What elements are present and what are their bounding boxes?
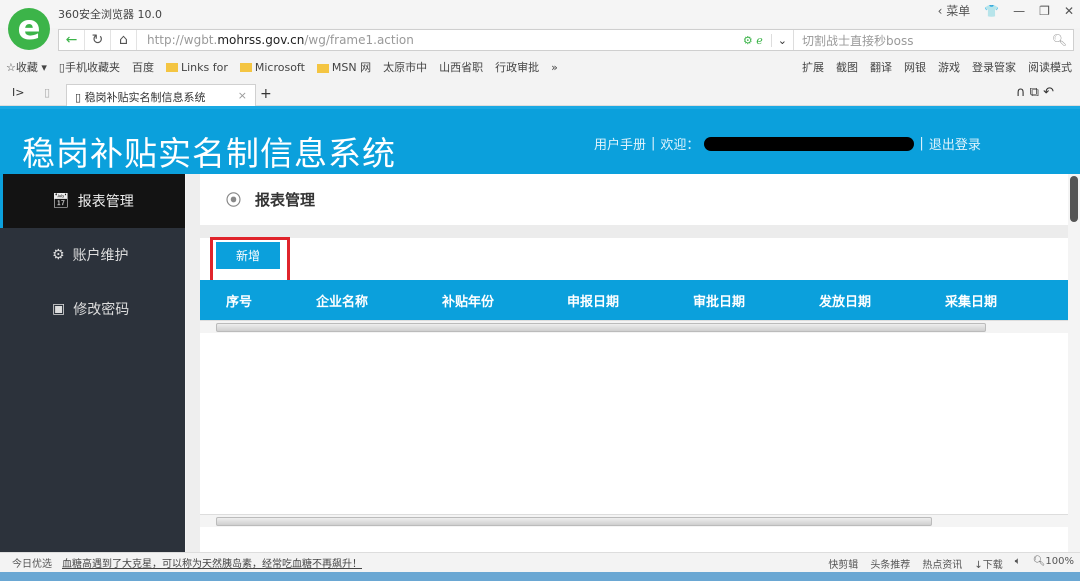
tool-translate[interactable]: 翻译 [870, 59, 892, 75]
quick-edit-button[interactable]: 快剪辑 [828, 556, 858, 571]
search-input[interactable]: 切割战士直接秒boss 🔍︎ [793, 30, 1073, 50]
sidebar: 📅︎ 报表管理 ⚙ 账户维护 ▣ 修改密码 [0, 174, 185, 552]
new-tab-button[interactable]: + [260, 86, 272, 102]
gear-icon: ⚙ [52, 247, 65, 263]
os-taskbar [0, 572, 1080, 581]
home-button[interactable]: ⌂ [111, 30, 137, 50]
bookmark-more[interactable]: » [551, 61, 558, 74]
frame-scrollbar[interactable] [186, 174, 200, 552]
sidebar-item-reports[interactable]: 📅︎ 报表管理 [0, 174, 185, 228]
user-bar: 用户手册 | 欢迎： | 退出登录 [594, 134, 981, 153]
today-picks[interactable]: 今日优选 [12, 555, 52, 570]
divider [200, 225, 1068, 238]
separator: | [651, 136, 656, 151]
breadcrumb: ⦿ 报表管理 [200, 174, 1068, 225]
system-title: 稳岗补贴实名制信息系统 [22, 134, 396, 173]
location-pin-icon: ⦿ [226, 191, 242, 209]
tool-games[interactable]: 游戏 [938, 59, 960, 75]
tool-extensions[interactable]: 扩展 [802, 59, 824, 75]
sound-icon[interactable]: 🔈︎ [1015, 556, 1021, 571]
sidebar-item-label: 报表管理 [77, 194, 134, 210]
add-button[interactable]: 新增 [216, 242, 280, 269]
app-title: 360安全浏览器 10.0 [58, 8, 162, 21]
tool-bank[interactable]: 网银 [904, 59, 926, 75]
bookmark-baidu[interactable]: 百度 [132, 59, 154, 75]
phone-icon[interactable]: ▯ [44, 86, 50, 99]
col-collect-date: 采集日期 [945, 294, 998, 310]
security-icon[interactable]: ⚙ ℯ [735, 34, 771, 47]
bookmark-msn[interactable]: MSN 网 [316, 59, 371, 75]
main-content: ⦿ 报表管理 新增 序号 企业名称 补贴年份 申报日期 审批日期 发放日期 采集日… [200, 174, 1068, 552]
browser-logo-icon: e [8, 8, 50, 50]
tool-reading-mode[interactable]: 阅读模式 [1028, 59, 1072, 75]
hot-news-button[interactable]: 热点资讯 [922, 556, 962, 571]
skin-icon[interactable]: 👕 [984, 4, 999, 18]
separator: | [919, 136, 924, 151]
page-title: 报表管理 [255, 191, 316, 209]
welcome-label: 欢迎： [660, 138, 700, 153]
tab-bar: I> ▯ ▯ 稳岗补贴实名制信息系统 × + ∩ ⧉ ↶ [0, 80, 1080, 106]
col-company: 企业名称 [316, 294, 369, 310]
search-icon[interactable]: 🔍︎ [1052, 33, 1067, 47]
status-tools: 快剪辑 头条推荐 热点资讯 ↓下载 🔈︎ 🔍︎100% [828, 556, 1074, 571]
bookmark-favorites[interactable]: ☆收藏 ▾ [6, 59, 47, 75]
col-index: 序号 [226, 294, 253, 310]
table-header: 序号 企业名称 补贴年份 申报日期 审批日期 发放日期 采集日期 [200, 280, 1068, 320]
reload-button[interactable]: ↻ [85, 30, 111, 50]
col-approve-date: 审批日期 [693, 294, 746, 310]
tool-login-manager[interactable]: 登录管家 [972, 59, 1016, 75]
dropdown-icon[interactable]: ⌄ [770, 33, 793, 47]
col-apply-date: 申报日期 [567, 294, 620, 310]
sidebar-item-label: 账户维护 [72, 248, 129, 264]
news-ticker-link[interactable]: 血糖高遇到了大克星，可以称为天然胰岛素，经常吃血糖不再飙升！ [62, 555, 362, 570]
window-controls: ‹ 菜单 👕 — ❐ ✕ [938, 2, 1074, 19]
url-input[interactable]: http://wgbt.mohrss.gov.cn/wg/frame1.acti… [137, 33, 735, 47]
vertical-scrollbar[interactable] [1068, 174, 1080, 552]
bookmark-taiyuan[interactable]: 太原市中 [383, 59, 427, 75]
minimize-button[interactable]: — [1013, 4, 1025, 18]
sidebar-item-password[interactable]: ▣ 修改密码 [0, 282, 185, 336]
bookmark-shanxi[interactable]: 山西省职 [439, 59, 483, 75]
calendar-icon: 📅︎ [52, 193, 70, 209]
status-bar: 今日优选 血糖高遇到了大克星，可以称为天然胰岛素，经常吃血糖不再飙升！ 快剪辑 … [0, 552, 1080, 572]
bookmark-admin[interactable]: 行政审批 [495, 59, 539, 75]
bookmark-mobile[interactable]: ▯手机收藏夹 [59, 59, 120, 75]
sidebar-item-label: 修改密码 [73, 302, 130, 318]
bookmark-microsoft[interactable]: Microsoft [239, 61, 305, 74]
redacted-username [704, 136, 915, 151]
maximize-button[interactable]: ❐ [1039, 4, 1050, 18]
tool-screenshot[interactable]: 截图 [836, 59, 858, 75]
bookmarks-bar: ☆收藏 ▾ ▯手机收藏夹 百度 Links for Microsoft MSN … [0, 56, 1080, 78]
tab-active[interactable]: ▯ 稳岗补贴实名制信息系统 × [66, 84, 256, 106]
system-header: 稳岗补贴实名制信息系统 用户手册 | 欢迎： | 退出登录 [0, 106, 1080, 174]
zoom-level[interactable]: 🔍︎100% [1033, 556, 1074, 571]
table-horizontal-scrollbar[interactable] [200, 320, 1068, 333]
address-bar: ← ↻ ⌂ http://wgbt.mohrss.gov.cn/wg/frame… [58, 29, 1074, 51]
toolbar-tools: 扩展 截图 翻译 网银 游戏 登录管家 阅读模式 [802, 56, 1072, 78]
grid-icon: ▣ [52, 301, 66, 317]
page-horizontal-scrollbar[interactable] [200, 514, 1068, 527]
col-issue-date: 发放日期 [819, 294, 872, 310]
headline-button[interactable]: 头条推荐 [870, 556, 910, 571]
close-tab-icon[interactable]: × [238, 89, 247, 102]
browser-titlebar: 360安全浏览器 10.0 ‹ 菜单 👕 — ❐ ✕ [0, 0, 1080, 28]
back-button[interactable]: ← [59, 30, 85, 50]
tab-tools-icon[interactable]: ∩ ⧉ ↶ [1016, 85, 1054, 100]
col-year: 补贴年份 [442, 294, 495, 310]
user-manual-link[interactable]: 用户手册 [594, 134, 646, 153]
sidebar-item-account[interactable]: ⚙ 账户维护 [0, 228, 185, 282]
logout-link[interactable]: 退出登录 [929, 134, 981, 153]
download-button[interactable]: ↓下载 [974, 556, 1002, 571]
bookmark-links[interactable]: Links for [165, 61, 228, 74]
close-button[interactable]: ✕ [1064, 4, 1074, 18]
sidebar-toggle-icon[interactable]: I> [12, 86, 24, 99]
menu-button[interactable]: ‹ 菜单 [938, 2, 971, 19]
